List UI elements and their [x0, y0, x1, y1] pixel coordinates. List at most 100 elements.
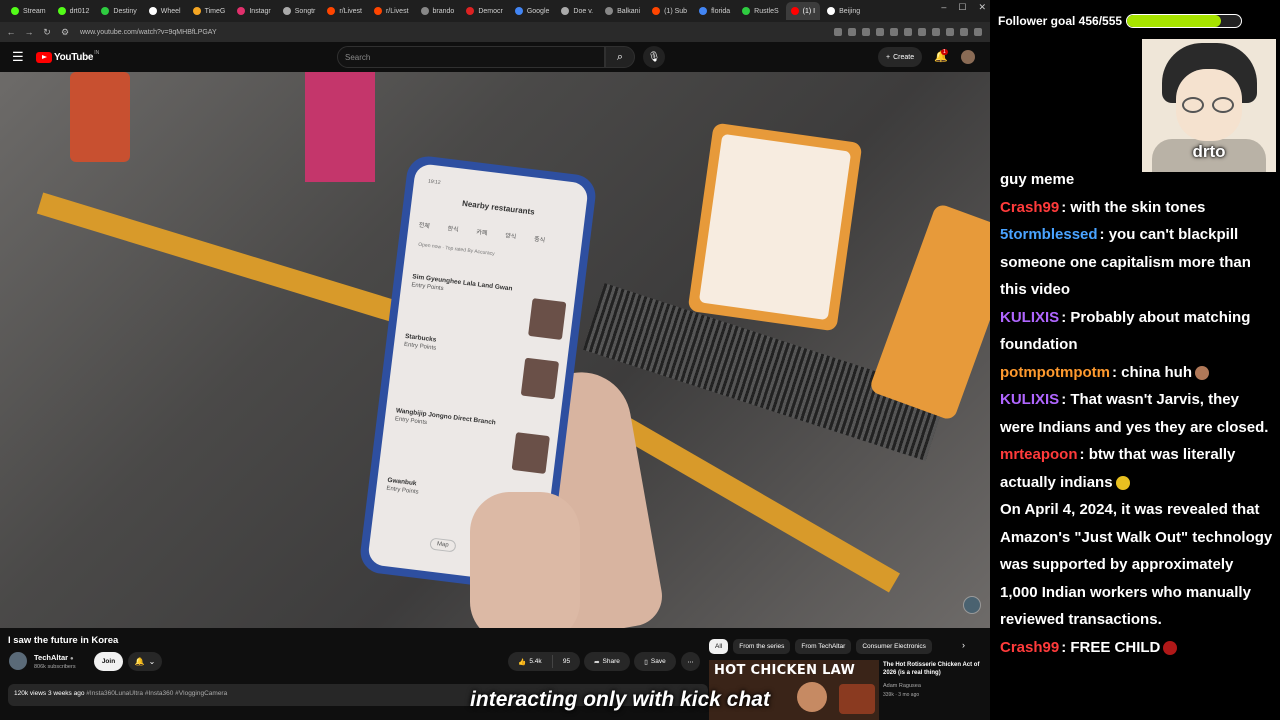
browser-tab[interactable]: TimeG — [188, 2, 231, 20]
browser-tab[interactable]: Songtr — [278, 2, 321, 20]
chat-separator: : — [1061, 391, 1071, 408]
chat-username[interactable]: Crash99 — [1000, 199, 1059, 216]
search-icon: ⌕ — [616, 50, 624, 63]
browser-tab[interactable]: r/Livest — [322, 2, 367, 20]
hamburger-menu-icon[interactable]: ☰ — [12, 49, 28, 65]
channel-avatar[interactable] — [9, 652, 27, 670]
chat-username[interactable]: mrteapoon — [1000, 446, 1078, 463]
recommendation-title[interactable]: The Hot Rotisserie Chicken Act of 2026 (… — [883, 661, 983, 677]
extension-icon[interactable] — [890, 28, 898, 36]
chat-separator: : — [1061, 638, 1071, 656]
site-info-icon[interactable]: ⚙ — [58, 27, 72, 38]
chat-username[interactable]: KULIXIS — [1000, 391, 1059, 408]
browser-tab-label: Wheel — [160, 7, 181, 15]
extension-icon[interactable] — [904, 28, 912, 36]
address-bar: ← → ↻ ⚙ www.youtube.com/watch?v=9qMHBfLP… — [0, 22, 990, 42]
parking-sign — [687, 122, 863, 332]
phone-item-thumbnail — [511, 432, 550, 474]
avatar[interactable] — [961, 50, 975, 64]
extension-icon[interactable] — [946, 28, 954, 36]
browser-tab-label: Google — [526, 7, 550, 15]
search-button[interactable]: ⌕ — [605, 46, 635, 68]
browser-tab[interactable]: RustleS — [737, 2, 784, 20]
phone-tab: 전체 — [418, 222, 430, 230]
parking-sign-face — [698, 133, 852, 321]
emote-icon — [1195, 365, 1209, 380]
chat-username[interactable]: potmpotmpotm — [1000, 364, 1110, 381]
browser-tab[interactable]: Beijing — [822, 2, 865, 20]
channel-watermark-icon[interactable] — [963, 596, 981, 614]
extension-icon[interactable] — [834, 28, 842, 36]
filter-chip[interactable]: From the series — [733, 639, 791, 654]
create-button[interactable]: + Create — [878, 47, 923, 67]
browser-tab[interactable]: Stream — [6, 2, 51, 20]
browser-tab[interactable]: Instagr — [232, 2, 275, 20]
browser-tab[interactable]: Google — [510, 2, 555, 20]
extension-icon[interactable] — [876, 28, 884, 36]
bookmark-icon: ▯ — [644, 658, 648, 666]
favicon-icon — [11, 7, 19, 15]
save-button[interactable]: ▯ Save — [634, 652, 676, 671]
comment-count[interactable]: 95 — [553, 658, 580, 665]
chat-message: guy meme — [1000, 166, 1275, 194]
browser-tab[interactable]: (1) I — [785, 2, 821, 20]
microphone-icon: 🎙 — [647, 51, 661, 63]
extension-icon[interactable] — [960, 28, 968, 36]
phone-item-thumbnail — [528, 298, 567, 340]
url-field[interactable]: www.youtube.com/watch?v=9qMHBfLPGAY — [80, 29, 834, 36]
chat-separator: : — [1099, 226, 1109, 243]
maximize-icon[interactable]: ☐ — [958, 2, 966, 13]
favicon-icon — [420, 7, 429, 15]
recommendation-chips: All From the series From TechAltar Consumer… — [709, 639, 932, 654]
subscription-bell-button[interactable]: 🔔 ⌄ — [128, 652, 162, 671]
browser-tab-label: Beijing — [839, 7, 861, 15]
chat-message: mrteapoon: btw that was literally actual… — [1000, 441, 1275, 496]
browser-tab[interactable]: (1) Sub — [647, 2, 692, 20]
favicon-icon — [742, 7, 751, 15]
browser-tab[interactable]: r/Livest — [369, 2, 414, 20]
chevron-right-icon[interactable]: › — [962, 640, 965, 650]
share-button[interactable]: ➦ Share — [584, 652, 630, 671]
browser-tab[interactable]: Wheel — [144, 2, 186, 20]
verified-icon: ● — [70, 656, 74, 662]
extension-icon[interactable] — [848, 28, 856, 36]
menu-icon[interactable] — [974, 28, 982, 36]
browser-tab[interactable]: Balkani — [600, 2, 645, 20]
browser-tab[interactable]: drt012 — [53, 2, 95, 20]
back-icon[interactable]: ← — [4, 27, 18, 37]
favicon-icon — [605, 7, 614, 15]
browser-tab[interactable]: Doe v. — [556, 2, 598, 20]
reload-icon[interactable]: ↻ — [40, 27, 54, 38]
browser-tab[interactable]: florida — [694, 2, 735, 20]
video-player[interactable]: 19:12 Nearby restaurants 전체 한식 카페 양식 중식 Open… — [0, 72, 990, 628]
filter-chip[interactable]: Consumer Electronics — [856, 639, 932, 654]
search-input[interactable]: Search — [337, 46, 605, 68]
filter-chip[interactable]: All — [709, 639, 729, 654]
filter-chip[interactable]: From TechAltar — [795, 639, 852, 654]
browser-tab-label: Stream — [23, 7, 46, 15]
like-button[interactable]: 👍 5.4k — [508, 655, 553, 668]
chat-username[interactable]: KULIXIS — [1000, 309, 1059, 326]
follower-goal-fill — [1127, 15, 1221, 27]
webcam-avatar: drto — [1142, 39, 1276, 172]
favicon-icon — [790, 7, 799, 15]
forward-icon[interactable]: → — [22, 27, 36, 37]
chat-username[interactable]: Crash99 — [1000, 639, 1059, 656]
browser-tab[interactable]: Democr — [461, 2, 508, 20]
voice-search-button[interactable]: 🎙 — [643, 46, 665, 68]
browser-tab[interactable]: brando — [416, 2, 460, 20]
join-button[interactable]: Join — [94, 652, 123, 671]
browser-tab-label: florida — [711, 7, 731, 15]
channel-name[interactable]: TechAltar ● — [34, 653, 74, 662]
youtube-logo[interactable]: YouTube IN — [36, 50, 99, 63]
extension-icon[interactable] — [918, 28, 926, 36]
extension-icon[interactable] — [932, 28, 940, 36]
close-icon[interactable]: ✕ — [978, 2, 986, 13]
chat-username[interactable]: 5tormblessed — [1000, 226, 1098, 243]
browser-tab-label: drt012 — [69, 7, 90, 15]
minimize-icon[interactable]: – — [941, 2, 946, 13]
thumbs-up-icon: 👍 — [518, 658, 527, 666]
extension-icon[interactable] — [862, 28, 870, 36]
browser-tab[interactable]: Destiny — [96, 2, 141, 20]
more-actions-button[interactable]: ⋯ — [681, 652, 700, 671]
